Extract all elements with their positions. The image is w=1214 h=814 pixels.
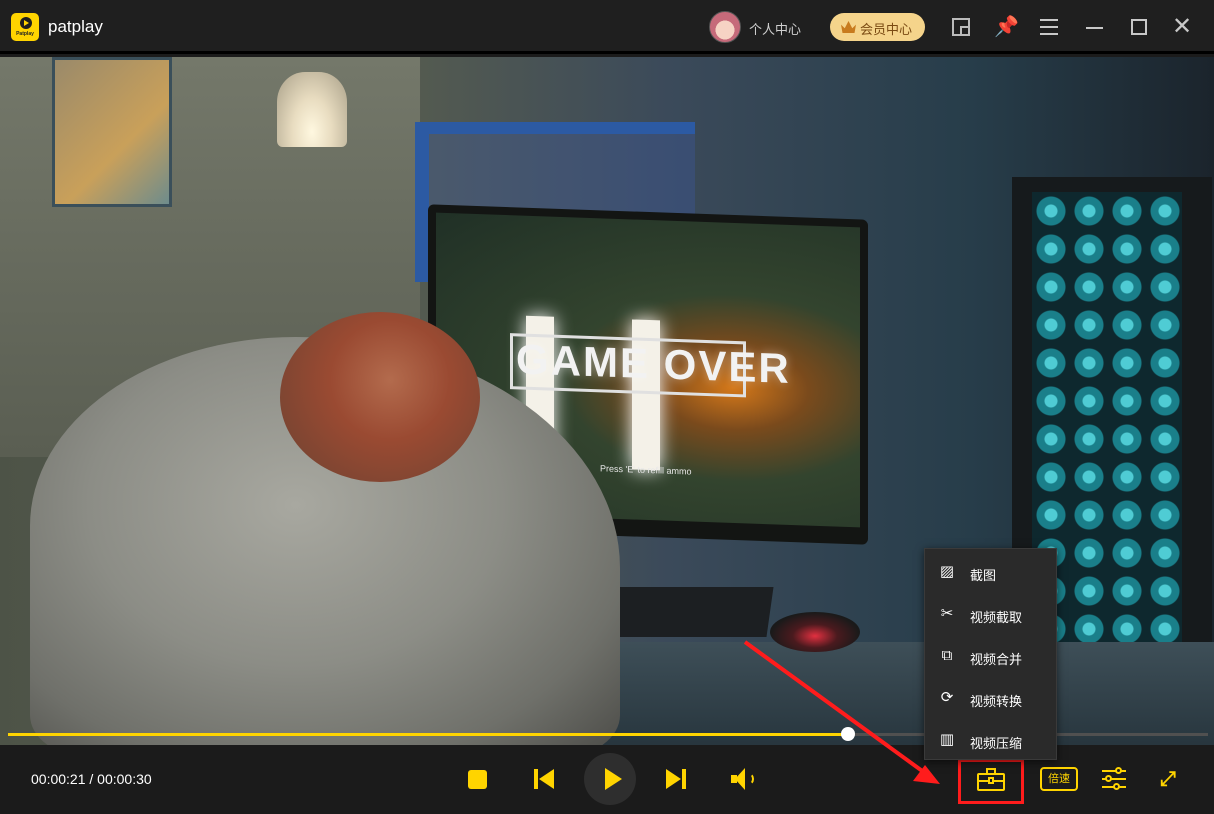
- menu-item-video-clip[interactable]: ✂ 视频截取: [925, 593, 1058, 635]
- tools-menu: ▨ 截图 ✂ 视频截取 ⧉ 视频合并 ⟳ 视频转换 ▥ 视频压缩: [924, 548, 1057, 760]
- app-title: patplay: [48, 17, 103, 36]
- menu-item-screenshot[interactable]: ▨ 截图: [925, 551, 1058, 593]
- menu-item-label: 视频压缩: [970, 736, 1023, 751]
- play-button[interactable]: [584, 753, 636, 805]
- next-button[interactable]: [666, 769, 686, 789]
- merge-icon: ⧉: [941, 647, 953, 664]
- menu-item-video-convert[interactable]: ⟳ 视频转换: [925, 677, 1058, 719]
- menu-item-label: 视频转换: [970, 694, 1023, 709]
- close-icon[interactable]: ✕: [1170, 15, 1194, 39]
- user-center-link[interactable]: 个人中心: [749, 19, 801, 38]
- menu-item-video-compress[interactable]: ▥ 视频压缩: [925, 719, 1058, 761]
- volume-icon[interactable]: [731, 768, 755, 790]
- speed-button[interactable]: 倍速: [1040, 767, 1078, 791]
- fullscreen-icon[interactable]: ⤢: [1156, 767, 1180, 791]
- menu-item-label: 截图: [970, 568, 997, 583]
- time-display: 00:00:21 / 00:00:30: [31, 771, 152, 787]
- progress-fill: [8, 733, 848, 736]
- stop-button[interactable]: [468, 770, 487, 789]
- toolbox-icon[interactable]: [977, 767, 1005, 791]
- compress-icon: ▥: [939, 731, 955, 748]
- maximize-icon[interactable]: [1127, 15, 1151, 39]
- menu-item-label: 视频截取: [970, 610, 1023, 625]
- poster-image: [52, 57, 172, 207]
- menu-item-label: 视频合并: [970, 652, 1023, 667]
- convert-icon: ⟳: [940, 689, 954, 706]
- crown-icon: [841, 21, 856, 33]
- mini-mode-icon[interactable]: [949, 15, 973, 39]
- screenshot-icon: ▨: [939, 563, 955, 580]
- menu-icon[interactable]: [1037, 15, 1061, 39]
- pin-icon[interactable]: 📌: [994, 15, 1019, 39]
- menu-item-video-merge[interactable]: ⧉ 视频合并: [925, 635, 1058, 677]
- game-over-text: GAME OVER: [516, 335, 791, 392]
- vip-center-button[interactable]: 会员中心: [830, 13, 925, 41]
- lamp-image: [277, 72, 347, 147]
- scissors-icon: ✂: [940, 605, 954, 622]
- user-avatar[interactable]: [709, 11, 741, 43]
- logo-text: Patplay: [16, 31, 34, 37]
- app-logo: Patplay: [11, 13, 39, 41]
- settings-sliders-icon[interactable]: [1102, 767, 1126, 791]
- game-hint-text: Press 'E' to refill ammo: [600, 463, 692, 477]
- progress-handle[interactable]: [841, 727, 855, 741]
- vip-center-label: 会员中心: [860, 22, 913, 37]
- minimize-icon[interactable]: [1083, 15, 1107, 39]
- title-bar: Patplay patplay 个人中心 会员中心 📌 ✕: [0, 0, 1214, 54]
- previous-button[interactable]: [534, 769, 554, 789]
